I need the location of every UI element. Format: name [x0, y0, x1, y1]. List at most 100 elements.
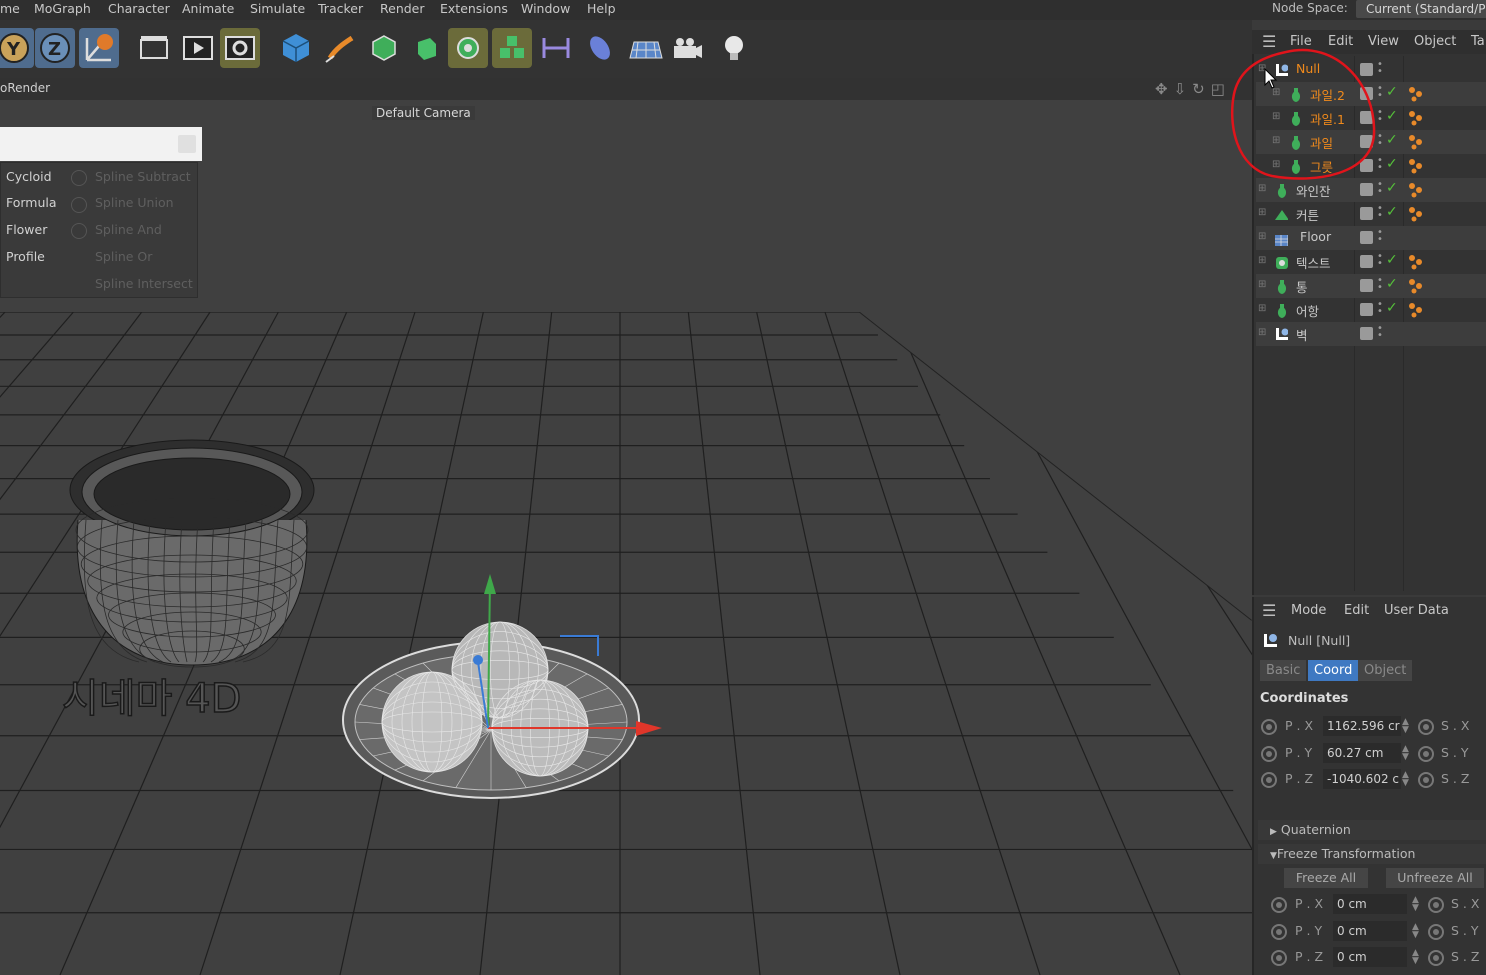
- position-radio-icon[interactable]: [1261, 745, 1277, 762]
- menu-item-animate[interactable]: Animate: [182, 1, 234, 16]
- deformer-icon[interactable]: [580, 28, 620, 68]
- layer-box-icon[interactable]: [1360, 231, 1373, 244]
- stepper-arrows-icon[interactable]: ▲ ▼: [1402, 718, 1409, 735]
- hamburger-menu-icon[interactable]: ☰: [1262, 601, 1276, 620]
- simulation-tag-icon[interactable]: [1408, 158, 1424, 174]
- expand-toggle-icon[interactable]: ⊞: [1258, 207, 1266, 218]
- simulation-tag-icon[interactable]: [1408, 206, 1424, 222]
- om-menu-tags[interactable]: Ta: [1471, 34, 1485, 49]
- simulation-tag-icon[interactable]: [1408, 110, 1424, 126]
- scale-radio-icon[interactable]: [1418, 772, 1434, 788]
- enabled-check-icon[interactable]: ✓: [1386, 84, 1398, 100]
- menu-item-cycloid[interactable]: Cycloid: [6, 169, 52, 184]
- menu-item-window[interactable]: Window: [521, 1, 570, 16]
- expand-toggle-icon[interactable]: ⊞: [1258, 255, 1266, 266]
- menu-item-extensions[interactable]: Extensions: [440, 1, 508, 16]
- layer-box-icon[interactable]: [1360, 279, 1373, 292]
- object-row[interactable]: ⊞ 텍스트 • • ✓: [1256, 250, 1486, 274]
- cube-icon[interactable]: [276, 28, 316, 68]
- object-name-label[interactable]: 텍스트: [1296, 253, 1331, 272]
- position-radio-icon[interactable]: [1271, 897, 1287, 913]
- enabled-check-icon[interactable]: ✓: [1386, 252, 1398, 268]
- close-icon[interactable]: [178, 135, 196, 153]
- stepper-arrows-icon[interactable]: ▲ ▼: [1412, 922, 1419, 939]
- position-value-field[interactable]: 0 cm: [1333, 894, 1407, 914]
- am-menu-user-data[interactable]: User Data: [1384, 603, 1449, 618]
- tab-coord[interactable]: Coord: [1308, 660, 1359, 681]
- light-icon[interactable]: [714, 28, 754, 68]
- menu-item-spline-intersect[interactable]: Spline Intersect: [95, 276, 193, 291]
- position-value-field[interactable]: 0 cm: [1333, 947, 1407, 967]
- stepper-arrows-icon[interactable]: ▲ ▼: [1412, 949, 1419, 966]
- simulation-tag-icon[interactable]: [1408, 254, 1424, 270]
- render-to-picture-viewer-icon[interactable]: [178, 28, 218, 68]
- camera-icon[interactable]: [668, 28, 708, 68]
- layer-box-icon[interactable]: [1360, 327, 1373, 340]
- position-radio-icon[interactable]: [1261, 719, 1277, 735]
- object-row[interactable]: ⊞ 어항 • • ✓: [1256, 298, 1486, 322]
- expand-toggle-icon[interactable]: ⊞: [1258, 279, 1266, 290]
- object-name-label[interactable]: 벽: [1296, 325, 1308, 344]
- expand-toggle-icon[interactable]: ⊞: [1258, 183, 1266, 194]
- om-menu-object[interactable]: Object: [1414, 34, 1456, 49]
- menu-item-profile[interactable]: Profile: [6, 249, 45, 264]
- viewport-nav-icons[interactable]: ✥⇩↻◰: [1155, 80, 1231, 98]
- menu-item-formula[interactable]: Formula: [6, 195, 57, 210]
- enabled-check-icon[interactable]: ✓: [1386, 108, 1398, 124]
- layer-box-icon[interactable]: [1360, 303, 1373, 316]
- enabled-check-icon[interactable]: ✓: [1386, 156, 1398, 172]
- node-space-dropdown[interactable]: Current (Standard/P: [1356, 0, 1486, 18]
- visibility-dots-icon[interactable]: • •: [1377, 324, 1383, 341]
- simulation-tag-icon[interactable]: [1408, 134, 1424, 150]
- freeze-transformation-section[interactable]: ▼Freeze Transformation: [1258, 844, 1486, 864]
- tab-object[interactable]: Object: [1358, 660, 1413, 681]
- scale-radio-icon[interactable]: [1428, 950, 1444, 966]
- am-menu-edit[interactable]: Edit: [1344, 603, 1369, 618]
- layer-box-icon[interactable]: [1360, 207, 1373, 220]
- array-icon[interactable]: [492, 28, 532, 68]
- simulation-tag-icon[interactable]: [1408, 302, 1424, 318]
- menu-item-mograph[interactable]: MoGraph: [34, 1, 91, 16]
- stepper-arrows-icon[interactable]: ▲ ▼: [1402, 744, 1409, 761]
- expand-toggle-icon[interactable]: ⊞: [1258, 327, 1266, 338]
- render-region-icon[interactable]: [134, 28, 174, 68]
- viewport-menu-label[interactable]: oRender: [0, 81, 50, 95]
- object-row[interactable]: ⊞ 통 • • ✓: [1256, 274, 1486, 298]
- floor-icon[interactable]: [626, 28, 666, 68]
- stepper-arrows-icon[interactable]: ▲ ▼: [1402, 771, 1409, 788]
- object-row[interactable]: ⊞ 벽 • •: [1256, 322, 1486, 346]
- visibility-dots-icon[interactable]: • •: [1377, 252, 1383, 269]
- expand-toggle-icon[interactable]: ⊞: [1258, 231, 1266, 242]
- extrude-icon[interactable]: [406, 28, 446, 68]
- default-camera-label[interactable]: Default Camera: [372, 106, 475, 120]
- object-row[interactable]: ⊞ Floor • •: [1256, 226, 1486, 250]
- am-menu-mode[interactable]: Mode: [1291, 603, 1326, 618]
- menu-item-spline-subtract[interactable]: Spline Subtract: [95, 169, 191, 184]
- position-value-field[interactable]: 60.27 cm: [1323, 742, 1401, 763]
- position-value-field[interactable]: -1040.602 c: [1323, 769, 1401, 789]
- menu-item-help[interactable]: Help: [587, 1, 616, 16]
- layer-box-icon[interactable]: [1360, 255, 1373, 268]
- visibility-dots-icon[interactable]: • •: [1377, 228, 1383, 245]
- simulation-tag-icon[interactable]: [1408, 86, 1424, 102]
- menu-item-render[interactable]: Render: [380, 1, 425, 16]
- object-name-label[interactable]: 통: [1296, 277, 1308, 296]
- enabled-check-icon[interactable]: ✓: [1386, 276, 1398, 292]
- axis-y-lock-icon[interactable]: Y: [0, 28, 34, 68]
- coordinate-system-icon[interactable]: [79, 28, 119, 68]
- position-value-field[interactable]: 0 cm: [1333, 920, 1407, 941]
- visibility-dots-icon[interactable]: • •: [1377, 204, 1383, 221]
- enabled-check-icon[interactable]: ✓: [1386, 300, 1398, 316]
- menu-item-character[interactable]: Character: [108, 1, 170, 16]
- expand-toggle-icon[interactable]: ⊞: [1258, 303, 1266, 314]
- unfreeze-all-button[interactable]: Unfreeze All: [1386, 868, 1484, 888]
- scale-radio-icon[interactable]: [1418, 719, 1434, 735]
- enabled-check-icon[interactable]: ✓: [1386, 204, 1398, 220]
- menu-item-flower[interactable]: Flower: [6, 222, 47, 237]
- freeze-all-button[interactable]: Freeze All: [1284, 868, 1368, 888]
- menu-item-spline-and[interactable]: Spline And: [95, 222, 162, 237]
- position-radio-icon[interactable]: [1271, 923, 1287, 940]
- mirror-icon[interactable]: [536, 28, 576, 68]
- position-value-field[interactable]: 1162.596 cr: [1323, 716, 1401, 736]
- menu-item-spline-or[interactable]: Spline Or: [95, 249, 152, 264]
